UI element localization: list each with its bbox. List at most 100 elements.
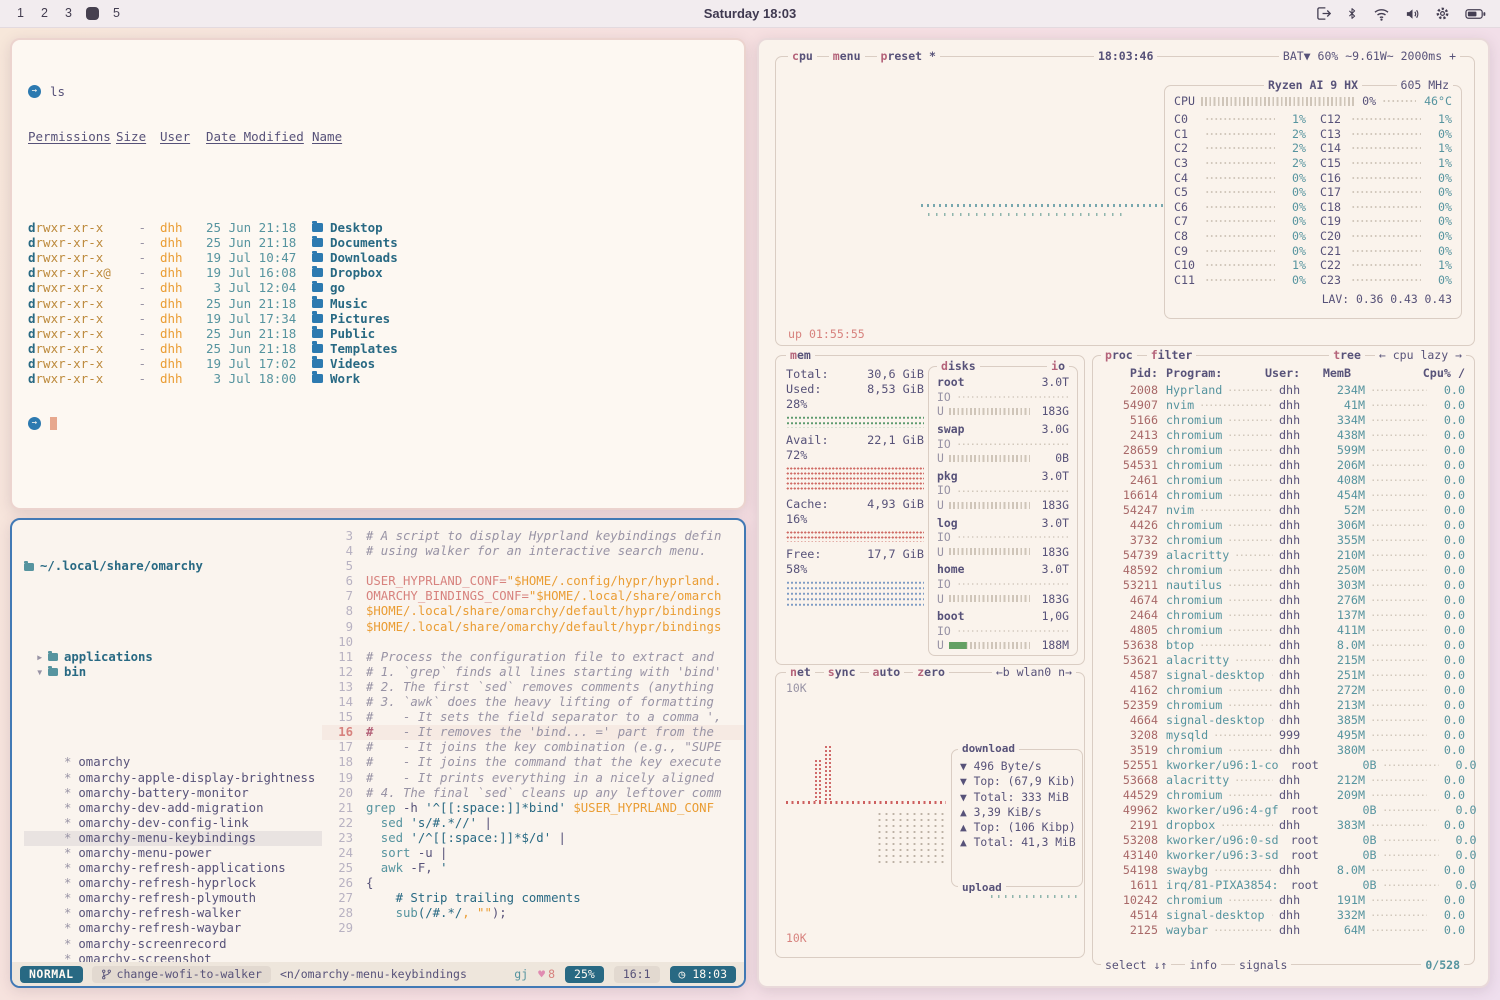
settings-gear-icon[interactable] [1435,6,1450,21]
process-row[interactable]: 52551 kworker/u96:1-co root 0B 0.0 [1102,757,1465,772]
disk-used-value: 183G [1035,404,1069,418]
tree-directory[interactable]: ▾ bin [24,665,322,680]
process-row[interactable]: 5166 chromium dhh 334M 0.0 [1102,412,1465,427]
tree-file[interactable]: omarchy-refresh-applications [24,861,322,876]
process-row[interactable]: 53621 alacritty dhh 215M 0.0 [1102,652,1465,667]
process-row[interactable]: 52359 chromium dhh 213M 0.0 [1102,697,1465,712]
footer-info[interactable]: info [1185,958,1221,972]
footer-select[interactable]: select ↓↑ [1101,958,1171,972]
process-row[interactable]: 2008 Hyprland dhh 234M 0.0 [1102,382,1465,397]
wifi-icon[interactable] [1373,7,1390,21]
tree-file[interactable]: omarchy-dev-add-migration [24,801,322,816]
process-row[interactable]: 54907 nvim dhh 41M 0.0 [1102,397,1465,412]
process-row[interactable]: 53668 alacritty dhh 212M 0.0 [1102,772,1465,787]
process-row[interactable]: 54198 swaybg dhh 8.0M 0.0 [1102,862,1465,877]
process-row[interactable]: 54739 alacritty dhh 210M 0.0 [1102,547,1465,562]
process-row[interactable]: 4664 signal-desktop dhh 385M 0.0 [1102,712,1465,727]
process-row[interactable]: 54247 nvim dhh 52M 0.0 [1102,502,1465,517]
tree-root[interactable]: ~/.local/share/omarchy [24,559,322,574]
process-row[interactable]: 28659 chromium dhh 599M 0.0 [1102,442,1465,457]
process-row[interactable]: 3732 chromium dhh 355M 0.0 [1102,532,1465,547]
header-cpu[interactable]: Cpu% / [1419,366,1465,380]
tab-filter[interactable]: filter [1147,348,1197,362]
disk-used-meter [949,408,1030,415]
core-graph [1205,234,1275,238]
prompt-line-empty[interactable] [28,416,744,431]
net-option[interactable]: sync [824,665,860,679]
process-row[interactable]: 4805 chromium dhh 411M 0.0 [1102,622,1465,637]
tree-file[interactable]: omarchy-screenshot [24,952,322,962]
tab-menu[interactable]: menu [829,49,865,63]
header-program[interactable]: Program: [1166,366,1265,380]
volume-icon[interactable] [1405,7,1420,21]
header-permissions: Permissions [28,129,116,144]
tree-file[interactable]: omarchy-dev-config-link [24,816,322,831]
process-row[interactable]: 48592 chromium dhh 250M 0.0 [1102,562,1465,577]
process-row[interactable]: 53211 nautilus dhh 303M 0.0 [1102,577,1465,592]
process-row[interactable]: 4674 chromium dhh 276M 0.0 [1102,592,1465,607]
code-segment: # - It joins the command that the key ex… [366,755,721,769]
tree-file[interactable]: omarchy-menu-keybindings [24,831,322,846]
net-interface[interactable]: ←b wlan0 n→ [992,665,1076,679]
header-pid[interactable]: Pid: [1102,366,1158,380]
net-option[interactable]: auto [869,665,905,679]
tree-directory[interactable]: ▸ applications [24,650,322,665]
process-row[interactable]: 3519 chromium dhh 380M 0.0 [1102,742,1465,757]
process-row[interactable]: 4162 chromium dhh 272M 0.0 [1102,682,1465,697]
top-bar: 12345 Saturday 18:03 [0,0,1500,28]
process-row[interactable]: 44529 chromium dhh 209M 0.0 [1102,787,1465,802]
workspace-button[interactable]: 3 [62,7,75,20]
process-row[interactable]: 54531 chromium dhh 206M 0.0 [1102,457,1465,472]
tree-file[interactable]: omarchy-screenrecord [24,937,322,952]
mem-free-percent: 58% [786,562,924,577]
workspace-button[interactable]: 5 [110,7,123,20]
tree-file[interactable]: omarchy-apple-display-brightness [24,771,322,786]
header-user[interactable]: User: [1265,366,1309,380]
process-row[interactable]: 16614 chromium dhh 454M 0.0 [1102,487,1465,502]
process-row[interactable]: 2464 chromium dhh 137M 0.0 [1102,607,1465,622]
header-mem[interactable]: MemB [1309,366,1351,380]
tree-file[interactable]: omarchy-refresh-waybar [24,921,322,936]
workspace-button[interactable]: 4 [86,7,99,20]
tree-file[interactable]: omarchy-refresh-plymouth [24,891,322,906]
mem-cache-label: Cache: [786,497,829,512]
process-row[interactable]: 2125 waybar dhh 64M 0.0 [1102,922,1465,937]
proc-nav[interactable]: ← cpu lazy → [1375,348,1466,362]
bluetooth-icon[interactable] [1346,6,1358,21]
process-row[interactable]: 53638 btop dhh 8.0M 0.0 [1102,637,1465,652]
process-row[interactable]: 4426 chromium dhh 306M 0.0 [1102,517,1465,532]
tree-file[interactable]: omarchy-battery-monitor [24,786,322,801]
battery-icon[interactable] [1465,8,1486,20]
tab-tree[interactable]: tree [1329,348,1365,362]
process-row[interactable]: 4587 signal-desktop dhh 251M 0.0 [1102,667,1465,682]
process-row[interactable]: 1611 irq/81-PIXA3854: root 0B 0.0 [1102,877,1465,892]
tab-preset[interactable]: preset * [877,49,940,63]
disk-entry: swap3.0G IO U0B [937,422,1069,466]
tree-file[interactable]: omarchy-refresh-hyprlock [24,876,322,891]
process-row[interactable]: 49962 kworker/u96:4-gf root 0B 0.0 [1102,802,1465,817]
process-row[interactable]: 4514 signal-desktop dhh 332M 0.0 [1102,907,1465,922]
code-segment: sed [366,831,403,845]
tree-file[interactable]: omarchy-refresh-walker [24,906,322,921]
tab-mem[interactable]: mem [786,348,815,362]
process-row[interactable]: 43140 kworker/u96:3-sd root 0B 0.0 [1102,847,1465,862]
process-row[interactable]: 2461 chromium dhh 408M 0.0 [1102,472,1465,487]
net-option[interactable]: zero [913,665,949,679]
tab-cpu[interactable]: cpu [788,49,817,63]
workspace-button[interactable]: 1 [14,7,27,20]
tree-file[interactable]: omarchy-menu-power [24,846,322,861]
process-row[interactable]: 2191 dropbox dhh 383M 0.0 [1102,817,1465,832]
process-row[interactable]: 3208 mysqld 999 495M 0.0 [1102,727,1465,742]
process-row[interactable]: 10242 chromium dhh 191M 0.0 [1102,892,1465,907]
footer-signals[interactable]: signals [1235,958,1291,972]
workspace-button[interactable]: 2 [38,7,51,20]
process-row[interactable]: 53208 kworker/u96:0-sd root 0B 0.0 [1102,832,1465,847]
tree-file[interactable]: omarchy [24,755,322,770]
tab-proc[interactable]: proc [1101,348,1137,362]
line-number: 10 [322,635,366,650]
tab-net[interactable]: net [786,665,815,679]
process-row[interactable]: 2413 chromium dhh 438M 0.0 [1102,427,1465,442]
logout-icon[interactable] [1316,6,1331,21]
io-toggle[interactable]: io [1047,359,1069,373]
disk-size: 3.0T [1042,562,1069,576]
